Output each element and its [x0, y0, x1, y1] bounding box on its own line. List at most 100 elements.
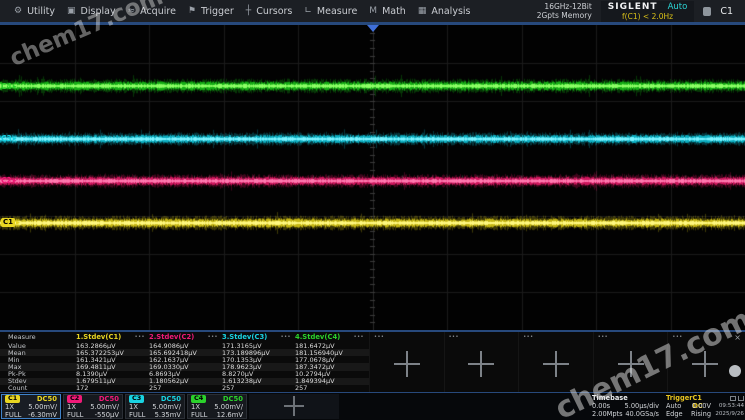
add-channel-button[interactable]: [249, 394, 339, 419]
network-icon: [730, 396, 736, 401]
coupling-label: DC50: [223, 395, 243, 403]
menu-item-display[interactable]: ▣ Display: [61, 0, 122, 22]
timebase-scale: 5.00µs/div: [625, 402, 659, 410]
add-measurement-icon: [543, 351, 569, 377]
bandwidth-limit-label: FULL: [129, 411, 145, 419]
channel-badge: C3: [129, 395, 144, 403]
trigger-box[interactable]: TriggerC1 DC Auto0.00V EdgeRising: [663, 394, 714, 419]
timebase-box[interactable]: Timebase 0.00s5.00µs/div 2.00Mpts40.0GSa…: [589, 394, 662, 419]
channel-box-c4[interactable]: C4DC50 1X5.00mV/ FULL12.6mV: [187, 394, 247, 419]
channel-badge: C1: [5, 395, 20, 403]
more-options-icon[interactable]: •••: [135, 334, 145, 340]
oscilloscope-screen: ⚙Utility ▣ Display ≈ Acquire ⚑ Trigger ┼ Cur…: [0, 0, 745, 420]
measure-col-header-c4[interactable]: 4.Stdev(C4): [295, 333, 340, 341]
measure-empty-slot[interactable]: •••: [667, 332, 742, 392]
waveform-display[interactable]: C1▶ C2▶ C3▶ C4▶: [0, 25, 745, 330]
menu-item-utility[interactable]: ⚙Utility: [8, 0, 61, 22]
marker-arrow-icon: ▶: [13, 178, 17, 184]
brand-status-box: SIGLENT Auto f(C1) < 2.0Hz: [601, 1, 695, 22]
channel-label-c3: C3: [1, 134, 12, 143]
channel-position-marker-c4[interactable]: C4▶: [1, 82, 17, 91]
waveform-canvas[interactable]: [0, 25, 745, 330]
clock-box: 09:53:44 2025/9/26: [714, 394, 744, 419]
menu-label: Cursors: [256, 6, 292, 17]
measure-panel: Measure 1.Stdev(C1) ••• 2.Stdev(C2) ••• 3.…: [0, 332, 745, 392]
more-options-icon: •••: [523, 334, 533, 340]
math-icon: M: [369, 7, 377, 16]
channel-label-c2: C2: [1, 176, 12, 185]
channel-box-c2[interactable]: C2 DC50 1X 5.00mV/ FULL -550µV: [63, 394, 123, 419]
active-channel-indicator[interactable]: C1: [720, 6, 737, 17]
timebase-delay: 0.00s: [592, 402, 610, 410]
measure-col-header-c3[interactable]: 3.Stdev(C3): [222, 333, 267, 341]
menu-item-cursors[interactable]: ┼ Cursors: [240, 0, 299, 22]
acquisition-status[interactable]: Auto: [668, 2, 688, 12]
display-icon: ▣: [67, 7, 76, 16]
more-options-icon[interactable]: •••: [354, 334, 364, 340]
menu-item-trigger[interactable]: ⚑ Trigger: [182, 0, 240, 22]
scale-label: 5.00mV/: [28, 403, 57, 411]
bandwidth-label: 16GHz-12Bit: [537, 2, 592, 11]
measure-empty-slot[interactable]: •••: [518, 332, 593, 392]
measure-empty-slot[interactable]: •••: [444, 332, 519, 392]
coupling-label: DC50: [37, 395, 57, 403]
close-icon[interactable]: ×: [734, 334, 741, 342]
menu-label: Trigger: [201, 6, 234, 17]
channel-label-c1: C1: [1, 218, 15, 227]
offset-label: 12.6mV: [217, 411, 243, 419]
time-label: 09:53:44: [714, 402, 744, 410]
waveform-icon: ≈: [128, 7, 136, 16]
channel-badge: C2: [67, 395, 82, 403]
trigger-level: 0.00V: [692, 402, 711, 410]
probe-label: 1X: [191, 403, 200, 411]
trigger-slope: Rising: [691, 410, 711, 418]
chart-icon: ▦: [418, 7, 427, 16]
add-measurement-icon: [618, 351, 644, 377]
coupling-label: DC50: [161, 395, 181, 403]
more-options-icon[interactable]: •••: [281, 334, 291, 340]
measure-empty-slot[interactable]: •••: [593, 332, 668, 392]
probe-label: 1X: [67, 403, 76, 411]
offset-label: -550µV: [95, 411, 119, 419]
channel-position-marker-c3[interactable]: C3▶: [1, 134, 17, 143]
more-options-icon: •••: [374, 334, 384, 340]
scale-label: 5.00mV/: [90, 403, 119, 411]
trigger-title: Trigger: [666, 394, 692, 402]
add-measurement-icon: [468, 351, 494, 377]
channel-box-c1[interactable]: C1DC50 1X5.00mV/ FULL-6.30mV: [1, 394, 61, 419]
channel-position-marker-c1[interactable]: C1▶: [1, 218, 20, 227]
bandwidth-limit-label: FULL: [67, 411, 83, 419]
add-channel-icon: [284, 396, 304, 416]
coupling-label: DC50: [99, 395, 119, 403]
menu-item-analysis[interactable]: ▦Analysis: [412, 0, 477, 22]
measure-title: Measure: [0, 333, 76, 341]
drag-handle[interactable]: [729, 365, 741, 377]
scale-label: 5.00mV/: [214, 403, 243, 411]
menu-label: Display: [81, 6, 116, 17]
more-options-icon[interactable]: •••: [208, 334, 218, 340]
bandwidth-limit-label: FULL: [5, 411, 21, 419]
menu-label: Utility: [27, 6, 55, 17]
trigger-position-indicator[interactable]: [367, 25, 379, 32]
trigger-source: C1 DC: [692, 394, 711, 402]
channel-position-marker-c2[interactable]: C2▶: [1, 176, 17, 185]
offset-label: 5.35mV: [155, 411, 181, 419]
probe-label: 1X: [5, 403, 14, 411]
lan-icon: [738, 396, 744, 401]
crosshair-icon: ┼: [246, 7, 251, 16]
measure-col-header-c2[interactable]: 2.Stdev(C2): [149, 333, 194, 341]
flag-icon: ⚑: [188, 7, 196, 16]
marker-arrow-icon: ▶: [16, 220, 20, 226]
menu-item-measure[interactable]: ∟ Measure: [298, 0, 363, 22]
measure-empty-slot[interactable]: •••: [369, 332, 444, 392]
channel-box-c3[interactable]: C3DC50 1X5.00mV/ FULL5.35mV: [125, 394, 185, 419]
menu-item-math[interactable]: M Math: [363, 0, 412, 22]
more-options-icon: •••: [672, 334, 682, 340]
menu-item-acquire[interactable]: ≈ Acquire: [122, 0, 182, 22]
add-measurement-icon: [692, 351, 718, 377]
menu-label: Measure: [317, 6, 357, 17]
menu-label: Acquire: [140, 6, 176, 17]
menu-label: Math: [382, 6, 406, 17]
ruler-icon: ∟: [304, 7, 312, 16]
measure-col-header-c1[interactable]: 1.Stdev(C1): [76, 333, 121, 341]
